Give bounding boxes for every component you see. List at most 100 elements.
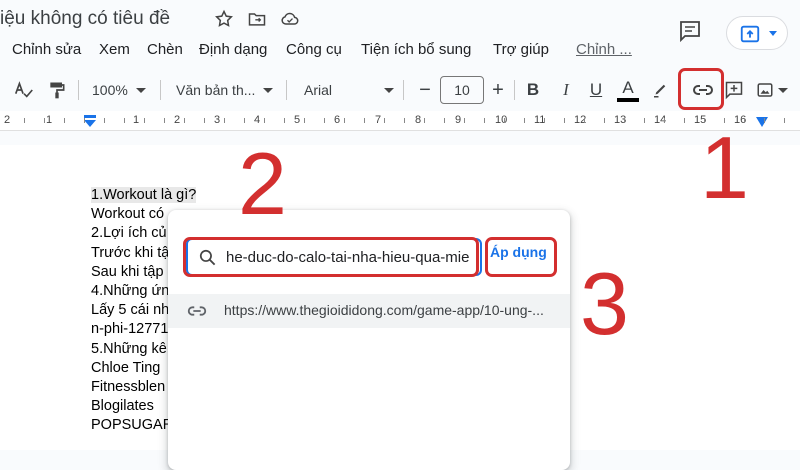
ruler-tick <box>224 118 225 123</box>
document-line[interactable]: Workout có <box>91 206 164 222</box>
add-comment-button[interactable] <box>722 70 746 110</box>
menu-view[interactable]: Xem <box>99 41 130 58</box>
ruler-tick <box>784 118 785 123</box>
spellcheck-button[interactable] <box>10 70 38 110</box>
document-line[interactable]: Fitnessblen <box>91 379 165 395</box>
ruler-number: 2 <box>4 114 11 126</box>
ruler-number: 8 <box>415 114 422 126</box>
annotation-box-link-button <box>678 68 724 110</box>
document-line[interactable]: 5.Những kê <box>91 341 167 357</box>
ruler-tick <box>164 118 165 123</box>
document-line[interactable]: Chloe Ting <box>91 360 160 376</box>
menu-extensions[interactable]: Tiện ích bổ sung <box>361 41 471 58</box>
ruler-tick <box>564 118 565 123</box>
chevron-down-icon <box>135 87 146 93</box>
font-size-decrease-button[interactable]: − <box>414 70 436 110</box>
ruler-tick <box>764 118 765 123</box>
link-suggestion-url: https://www.thegioididong.com/game-app/1… <box>224 302 544 318</box>
right-indent-marker-icon[interactable] <box>756 117 768 127</box>
menu-edit[interactable]: Chỉnh sửa <box>12 41 81 58</box>
ruler-tick <box>84 118 85 123</box>
ruler-number: 1 <box>133 114 140 126</box>
move-to-folder-icon[interactable] <box>247 9 267 29</box>
chevron-down-icon <box>778 87 788 93</box>
star-icon[interactable] <box>214 9 234 29</box>
ruler-number: 6 <box>334 114 341 126</box>
insert-image-button[interactable] <box>752 70 792 110</box>
document-title[interactable]: iệu không có tiêu đề <box>0 8 170 30</box>
ruler-tick <box>384 118 385 123</box>
document-line[interactable]: 4.Những ứn <box>91 283 169 299</box>
menu-bar: Chỉnh sửa Xem Chèn Định dạng Công cụ Tiệ… <box>0 38 800 64</box>
toolbar-divider <box>286 80 287 100</box>
link-suggestion-item[interactable]: https://www.thegioididong.com/game-app/1… <box>168 294 570 328</box>
paint-format-button[interactable] <box>44 70 70 110</box>
ruler-tick <box>104 118 105 123</box>
document-line[interactable]: POPSUGAR <box>91 417 173 433</box>
ruler-tick <box>144 118 145 123</box>
ruler-tick <box>684 118 685 123</box>
toolbar-divider <box>78 80 79 100</box>
document-line[interactable]: 1.Workout là gì? <box>91 187 197 203</box>
ruler-tick <box>364 118 365 123</box>
ruler-number: 1 <box>46 114 53 126</box>
menu-help[interactable]: Trợ giúp <box>493 41 549 58</box>
toolbar-divider <box>514 80 515 100</box>
ruler-tick <box>404 118 405 123</box>
ruler-tick <box>424 118 425 123</box>
underline-button[interactable]: U <box>585 70 607 110</box>
document-line[interactable]: 2.Lợi ích củ <box>91 225 167 241</box>
text-color-button[interactable]: A <box>615 70 641 110</box>
highlight-color-button[interactable] <box>648 70 672 110</box>
annotation-number-3: 3 <box>580 254 629 353</box>
ruler-number: 10 <box>495 114 508 126</box>
ruler[interactable]: 2 1 1 2 3 4 5 6 7 8 9 10 11 12 13 14 15 16 <box>0 111 800 131</box>
font-size-increase-button[interactable]: + <box>487 70 509 110</box>
ruler-tick <box>304 118 305 123</box>
ruler-tick <box>24 118 25 123</box>
add-comment-icon <box>725 81 743 100</box>
document-line[interactable]: Trước khi tậ <box>91 245 169 261</box>
ruler-tick <box>344 118 345 123</box>
ruler-tick <box>124 118 125 123</box>
ruler-tick <box>264 118 265 123</box>
ruler-tick <box>184 118 185 123</box>
menu-insert[interactable]: Chèn <box>147 41 183 58</box>
ruler-tick <box>204 118 205 123</box>
font-select[interactable]: Arial <box>304 70 394 110</box>
zoom-select[interactable]: 100% <box>92 70 150 110</box>
ruler-number: 7 <box>375 114 382 126</box>
ruler-number: 2 <box>174 114 181 126</box>
cloud-saved-icon[interactable] <box>280 9 300 29</box>
ruler-tick <box>604 118 605 123</box>
ruler-tick <box>664 118 665 123</box>
ruler-tick <box>284 118 285 123</box>
toolbar-divider <box>160 80 161 100</box>
style-select[interactable]: Văn bản th... <box>176 70 276 110</box>
bold-button[interactable]: B <box>522 70 544 110</box>
ruler-number: 3 <box>214 114 221 126</box>
ruler-number: 4 <box>254 114 261 126</box>
paint-format-icon <box>50 82 65 99</box>
font-size-input[interactable]: 10 <box>440 76 484 104</box>
menu-last-edit[interactable]: Chỉnh ... <box>576 41 632 58</box>
highlighter-icon <box>654 84 666 98</box>
annotation-box-apply-button <box>485 237 557 277</box>
ruler-tick <box>324 118 325 123</box>
annotation-number-1: 1 <box>700 118 749 217</box>
menu-tools[interactable]: Công cụ <box>286 41 342 58</box>
annotation-number-2: 2 <box>238 134 287 233</box>
italic-button[interactable]: I <box>555 70 577 110</box>
image-icon <box>757 83 773 97</box>
chevron-down-icon <box>384 87 394 93</box>
document-line[interactable]: Sau khi tập <box>91 264 164 280</box>
document-line[interactable]: Lấy 5 cái nh <box>91 302 169 318</box>
document-line[interactable]: Blogilates <box>91 398 154 414</box>
document-line[interactable]: n-phi-12771 <box>91 321 168 337</box>
ruler-tick <box>644 118 645 123</box>
annotation-box-search-input <box>183 237 479 277</box>
title-bar: iệu không có tiêu đề <box>0 0 800 50</box>
ruler-tick <box>44 118 45 123</box>
left-indent-marker-icon[interactable] <box>83 115 97 127</box>
menu-format[interactable]: Định dạng <box>199 41 267 58</box>
